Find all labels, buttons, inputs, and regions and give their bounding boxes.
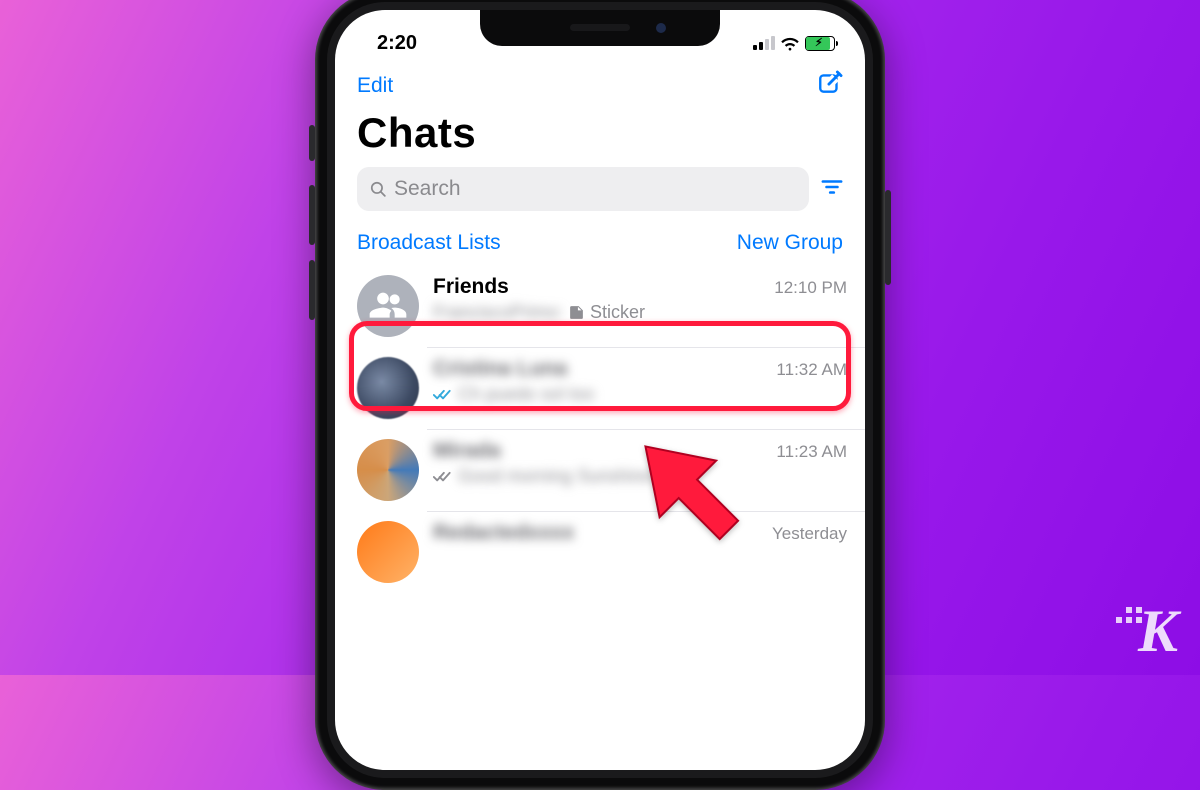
chat-time: 12:10 PM [774,278,847,298]
cellular-signal-icon [753,36,775,50]
group-avatar-icon [357,275,419,337]
battery-icon: ⚡︎ [805,36,835,51]
chat-row-friends[interactable]: Friends 12:10 PM FranciscoPrimo: Sticker [335,265,865,347]
chat-time: 11:32 AM [776,360,847,380]
avatar [357,439,419,501]
volume-up-button [309,185,315,245]
compose-icon [817,70,843,96]
power-button [885,190,891,285]
search-icon [369,180,388,199]
sticker-icon [568,304,585,321]
filter-button[interactable] [821,176,843,203]
broadcast-lists-link[interactable]: Broadcast Lists [357,231,501,255]
watermark-logo: K [1138,601,1178,661]
avatar [357,521,419,583]
read-receipt-icon [433,388,453,402]
delivered-receipt-icon [433,470,453,484]
chat-row[interactable]: Cristina Luna 11:32 AM Ch puedo sol too [335,347,865,429]
volume-down-button [309,260,315,320]
page-title: Chats [335,105,865,167]
chat-actions-row: Broadcast Lists New Group [335,225,865,265]
chat-time: Yesterday [772,524,847,544]
notch [480,10,720,46]
chat-name: Redactedxxxx [433,521,574,545]
chat-time: 11:23 AM [776,442,847,462]
filter-icon [821,176,843,198]
chat-name: Friends [433,275,509,299]
phone-screen: 2:20 ⚡︎ Edit [335,10,865,770]
chat-preview: Good morning Sunshine ☀️ [433,466,847,487]
edit-button[interactable]: Edit [357,74,393,98]
mute-switch [309,125,315,161]
chat-preview: FranciscoPrimo: Sticker [433,302,847,323]
chat-name: Cristina Luna [433,357,567,381]
search-input[interactable]: Search [357,167,809,211]
chat-preview: Ch puedo sol too [433,384,847,405]
status-time: 2:20 [363,32,417,55]
avatar [357,357,419,419]
chat-row[interactable]: Redactedxxxx Yesterday [335,511,865,593]
phone-frame: 2:20 ⚡︎ Edit [315,0,885,790]
compose-button[interactable] [817,70,843,101]
chat-row[interactable]: Mirada 11:23 AM Good morning Sunshine ☀️ [335,429,865,511]
new-group-link[interactable]: New Group [737,231,843,255]
chat-name: Mirada [433,439,501,463]
wifi-icon [780,36,800,51]
search-placeholder: Search [394,177,461,201]
nav-bar: Edit [335,64,865,105]
chat-list: Friends 12:10 PM FranciscoPrimo: Sticker [335,265,865,593]
